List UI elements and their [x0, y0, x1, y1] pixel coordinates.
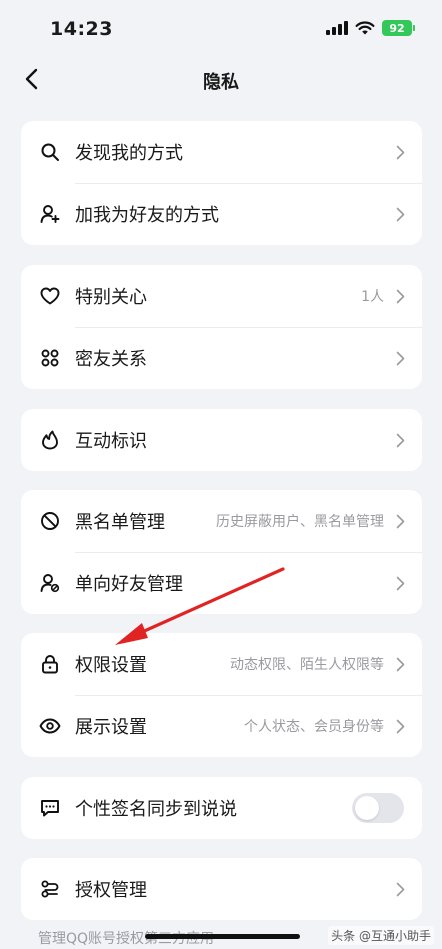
- status-bar: 14:23 92: [0, 0, 442, 60]
- status-icons: 92: [326, 20, 415, 36]
- row-value: 动态权限、陌生人权限等: [230, 657, 384, 673]
- row-blacklist[interactable]: 黑名单管理 历史屏蔽用户、黑名单管理: [21, 490, 422, 552]
- one-way-friend-icon: [39, 572, 61, 594]
- row-label: 个性签名同步到说说: [75, 799, 237, 820]
- nav-bar: 隐私: [0, 56, 442, 104]
- row-one-way-friends[interactable]: 单向好友管理: [21, 552, 422, 614]
- chevron-right-icon: [394, 574, 406, 592]
- flame-icon: [39, 429, 61, 451]
- row-permission-settings[interactable]: 权限设置 动态权限、陌生人权限等: [21, 633, 422, 695]
- home-indicator: [145, 934, 300, 939]
- close-friends-icon: [39, 347, 61, 369]
- settings-group-authorization: 授权管理: [21, 858, 422, 920]
- row-special-care[interactable]: 特别关心 1人: [21, 265, 422, 327]
- row-label: 黑名单管理: [75, 512, 165, 533]
- settings-group-signature: 个性签名同步到说说: [21, 777, 422, 839]
- row-authorization[interactable]: 授权管理: [21, 858, 422, 920]
- watermark: 头条 @互通小助手: [328, 926, 434, 945]
- settings-group-permissions: 权限设置 动态权限、陌生人权限等 展示设置 个人状态、会员身份等: [21, 633, 422, 757]
- authorize-icon: [39, 878, 61, 900]
- row-label: 互动标识: [75, 431, 147, 452]
- chevron-right-icon: [394, 880, 406, 898]
- row-label: 展示设置: [75, 717, 147, 738]
- row-interaction-badge[interactable]: 互动标识: [21, 409, 422, 471]
- row-label: 单向好友管理: [75, 574, 183, 595]
- signature-sync-toggle[interactable]: [352, 793, 404, 823]
- add-friend-icon: [39, 203, 61, 225]
- row-label: 特别关心: [75, 287, 147, 308]
- chevron-right-icon: [394, 143, 406, 161]
- chevron-right-icon: [394, 512, 406, 530]
- block-icon: [39, 510, 61, 532]
- chevron-right-icon: [394, 287, 406, 305]
- row-label: 权限设置: [75, 655, 147, 676]
- eye-icon: [39, 715, 61, 737]
- wifi-icon: [355, 20, 375, 34]
- chevron-right-icon: [394, 349, 406, 367]
- search-icon: [39, 141, 61, 163]
- settings-group-interaction: 互动标识: [21, 409, 422, 471]
- row-label: 密友关系: [75, 349, 147, 370]
- row-label: 发现我的方式: [75, 143, 183, 164]
- row-signature-sync: 个性签名同步到说说: [21, 777, 422, 839]
- toggle-knob: [355, 796, 379, 820]
- battery-level: 92: [389, 21, 405, 35]
- chevron-right-icon: [394, 717, 406, 735]
- row-discovery-method[interactable]: 发现我的方式: [21, 121, 422, 183]
- heart-icon: [39, 285, 61, 307]
- row-value: 个人状态、会员身份等: [244, 719, 384, 735]
- status-time: 14:23: [50, 18, 113, 40]
- settings-group-relationships: 特别关心 1人 密友关系: [21, 265, 422, 389]
- row-add-friend-method[interactable]: 加我为好友的方式: [21, 183, 422, 245]
- settings-group-discovery: 发现我的方式 加我为好友的方式: [21, 121, 422, 245]
- row-label: 授权管理: [75, 880, 147, 901]
- page-title: 隐私: [203, 72, 239, 93]
- message-icon: [39, 797, 61, 819]
- settings-group-blocking: 黑名单管理 历史屏蔽用户、黑名单管理 单向好友管理: [21, 490, 422, 614]
- row-display-settings[interactable]: 展示设置 个人状态、会员身份等: [21, 695, 422, 757]
- row-value: 1人: [361, 289, 384, 305]
- battery-icon: 92: [382, 20, 415, 36]
- row-value: 历史屏蔽用户、黑名单管理: [216, 514, 384, 530]
- chevron-right-icon: [394, 655, 406, 673]
- chevron-right-icon: [394, 431, 406, 449]
- row-close-friends[interactable]: 密友关系: [21, 327, 422, 389]
- lock-icon: [39, 653, 61, 675]
- chevron-right-icon: [394, 205, 406, 223]
- signal-icon: [326, 21, 348, 35]
- row-label: 加我为好友的方式: [75, 205, 219, 226]
